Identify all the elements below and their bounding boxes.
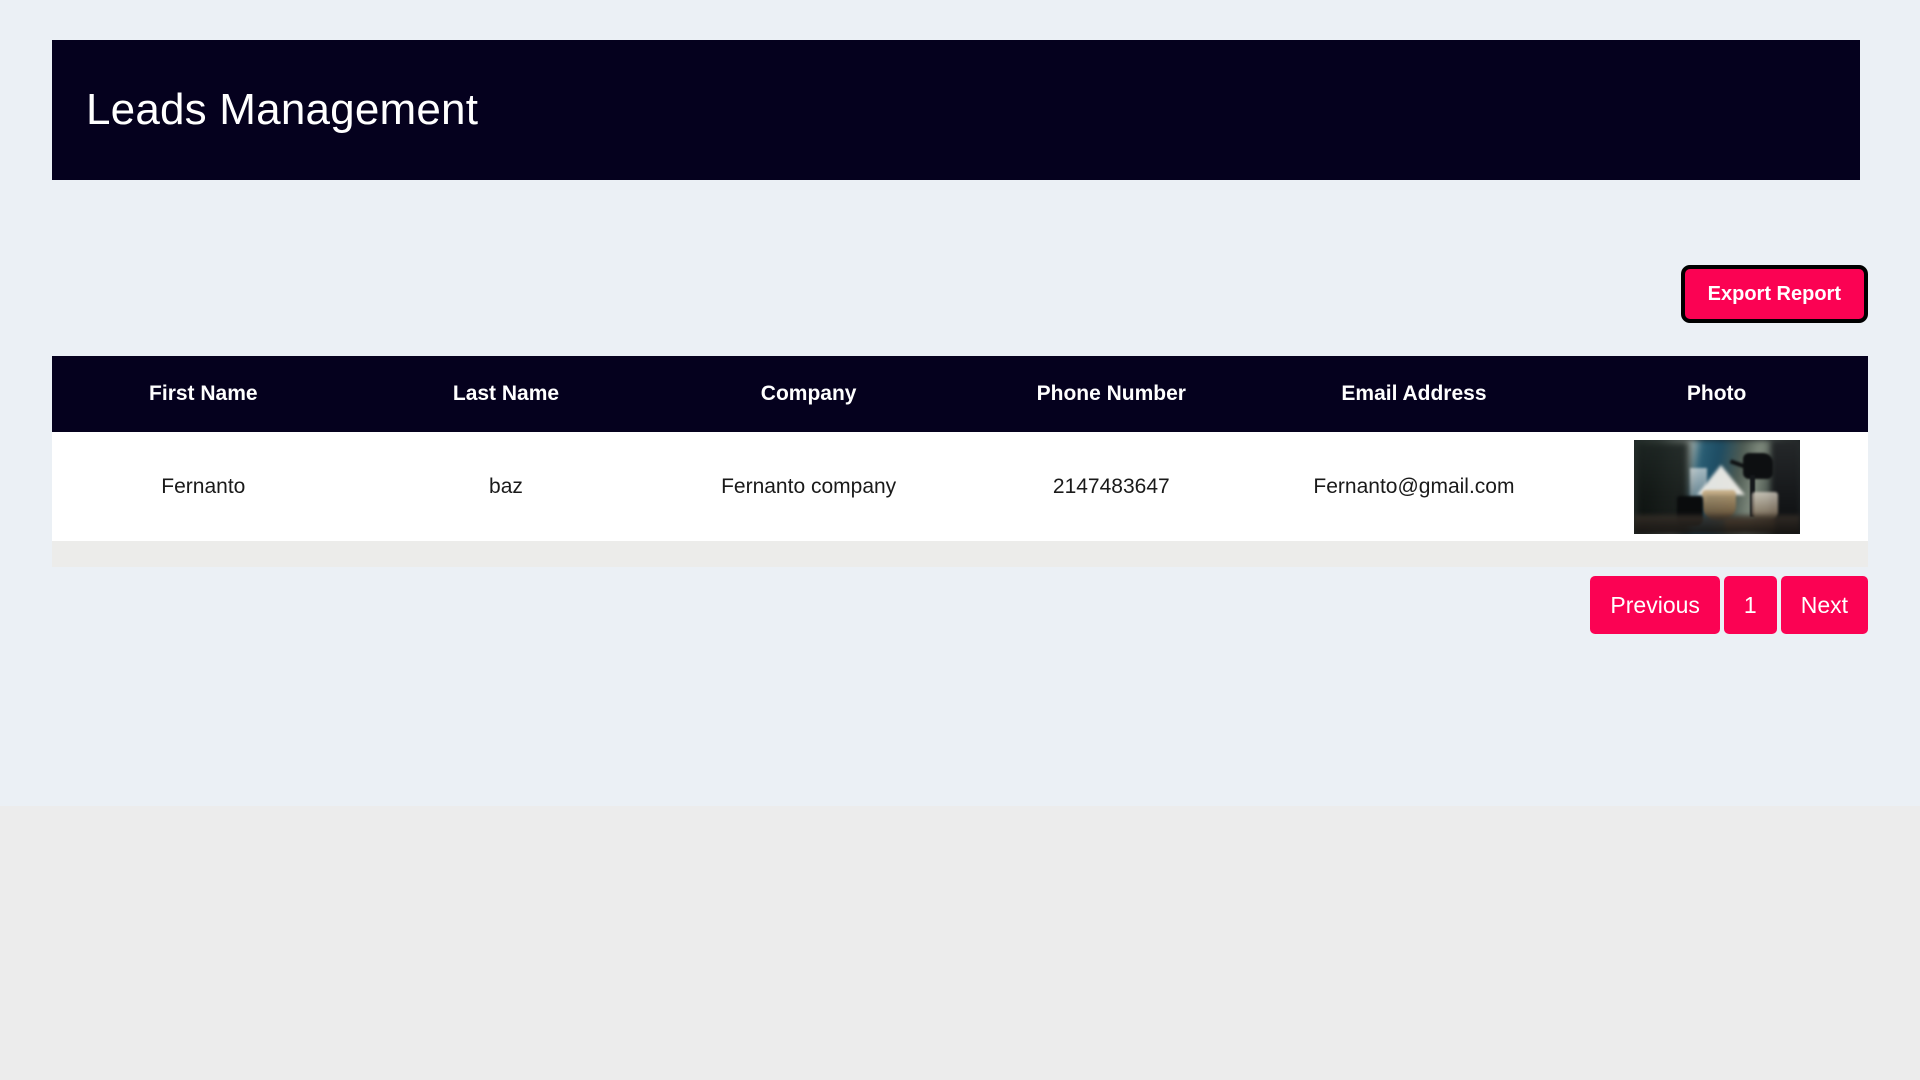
pagination-page-1-button[interactable]: 1 (1723, 576, 1777, 634)
page-root: Leads Management Export Report First Nam… (0, 0, 1920, 806)
table-filler-row (52, 541, 1868, 567)
column-header-first-name: First Name (52, 356, 355, 432)
app-header: Leads Management (52, 40, 1860, 180)
table-row[interactable]: Fernanto baz Fernanto company 2147483647… (52, 432, 1868, 541)
column-header-last-name: Last Name (354, 356, 658, 432)
cell-first-name: Fernanto (52, 432, 355, 541)
cell-last-name: baz (354, 432, 658, 541)
pagination: Previous 1 Next (52, 576, 1868, 634)
pagination-next-button[interactable]: Next (1780, 576, 1868, 634)
cell-phone-number: 2147483647 (959, 432, 1263, 541)
page-title: Leads Management (86, 85, 479, 134)
table-header: First Name Last Name Company Phone Numbe… (52, 356, 1868, 432)
column-header-photo: Photo (1565, 356, 1868, 432)
cell-photo (1565, 432, 1868, 541)
leads-table: First Name Last Name Company Phone Numbe… (52, 356, 1868, 567)
photo-kettle (1743, 452, 1774, 479)
cell-email-address: Fernanto@gmail.com (1262, 432, 1566, 541)
column-header-company: Company (657, 356, 960, 432)
column-header-email-address: Email Address (1262, 356, 1566, 432)
column-header-phone-number: Phone Number (959, 356, 1263, 432)
photo-counter (1633, 514, 1800, 534)
table-header-row: First Name Last Name Company Phone Numbe… (52, 356, 1868, 432)
cell-company: Fernanto company (657, 432, 960, 541)
lead-photo-thumbnail (1633, 439, 1800, 534)
export-report-button[interactable]: Export Report (1680, 265, 1868, 323)
toolbar: Export Report (52, 265, 1868, 323)
pagination-previous-button[interactable]: Previous (1590, 576, 1720, 634)
table-body: Fernanto baz Fernanto company 2147483647… (52, 432, 1868, 567)
